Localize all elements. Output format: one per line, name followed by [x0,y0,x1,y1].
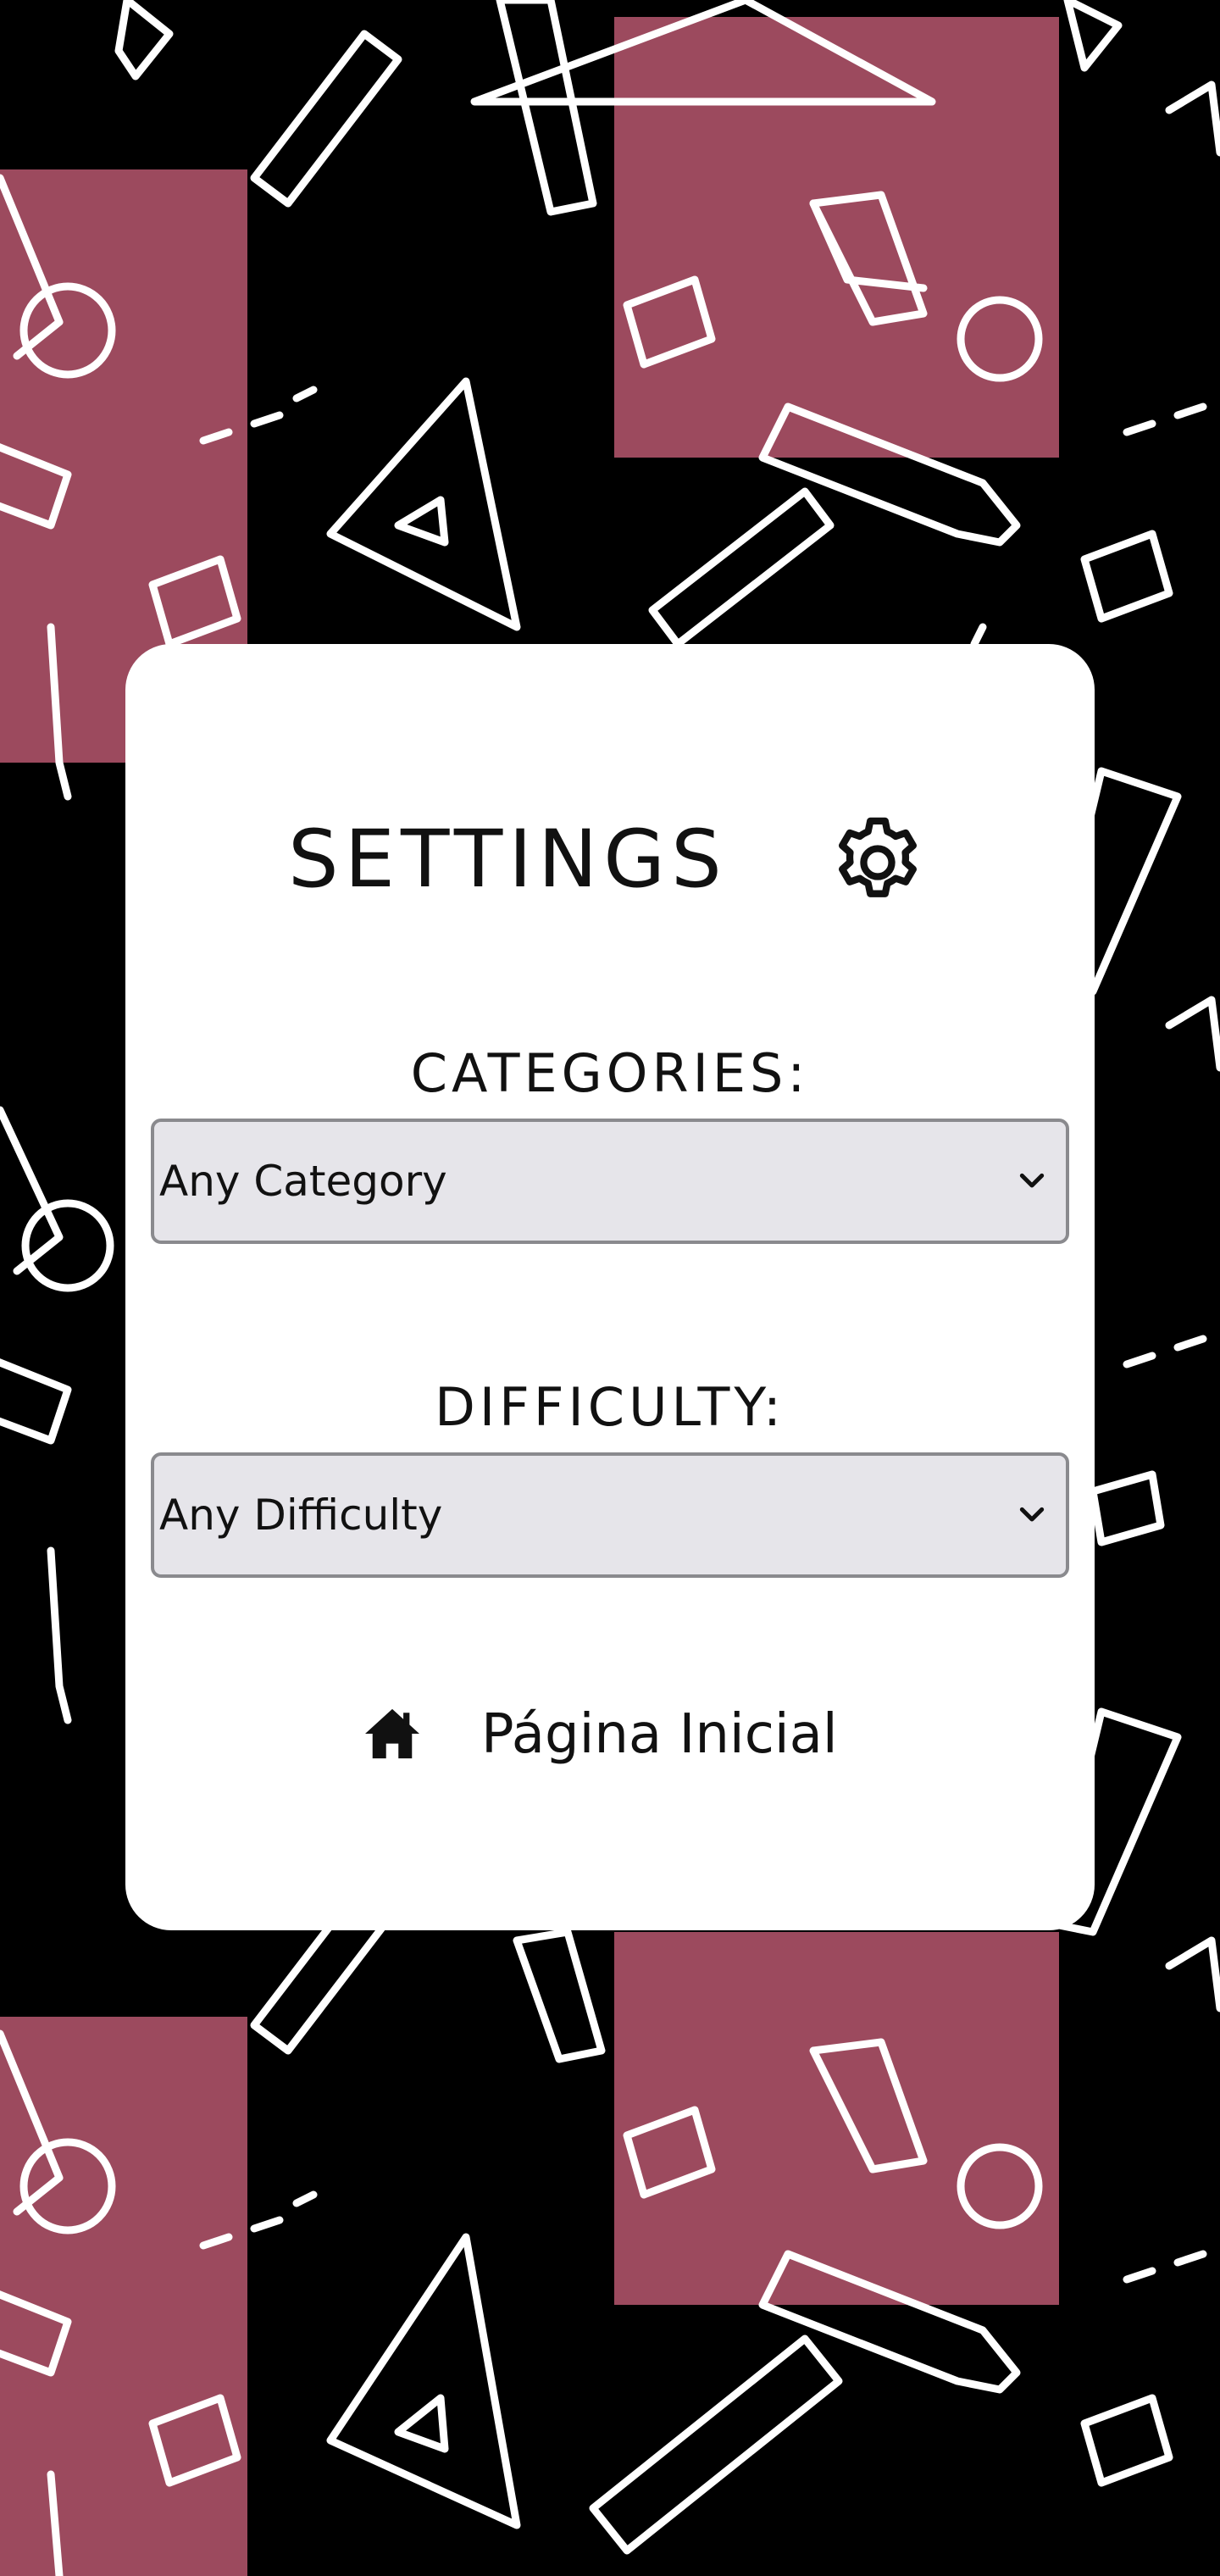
gear-icon [839,817,917,897]
difficulty-select[interactable]: Any Difficulty [151,1452,1069,1578]
categories-label: CATEGORIES: [410,1042,810,1104]
home-link[interactable]: Página Inicial [363,1688,888,1781]
difficulty-select-value: Any Difficulty [159,1491,443,1540]
settings-header: SETTINGS [125,797,1095,924]
categories-select-value: Any Category [159,1157,447,1206]
categories-select[interactable]: Any Category [151,1119,1069,1244]
difficulty-label: DIFFICULTY: [435,1376,785,1438]
settings-card: SETTINGS CATEGORIES: Any Category DIFFIC… [125,644,1095,1930]
home-link-label: Página Inicial [481,1703,838,1766]
chevron-down-icon [1019,1507,1045,1522]
page-title: SETTINGS [288,813,728,906]
home-icon [365,1708,419,1759]
chevron-down-icon [1019,1173,1045,1188]
